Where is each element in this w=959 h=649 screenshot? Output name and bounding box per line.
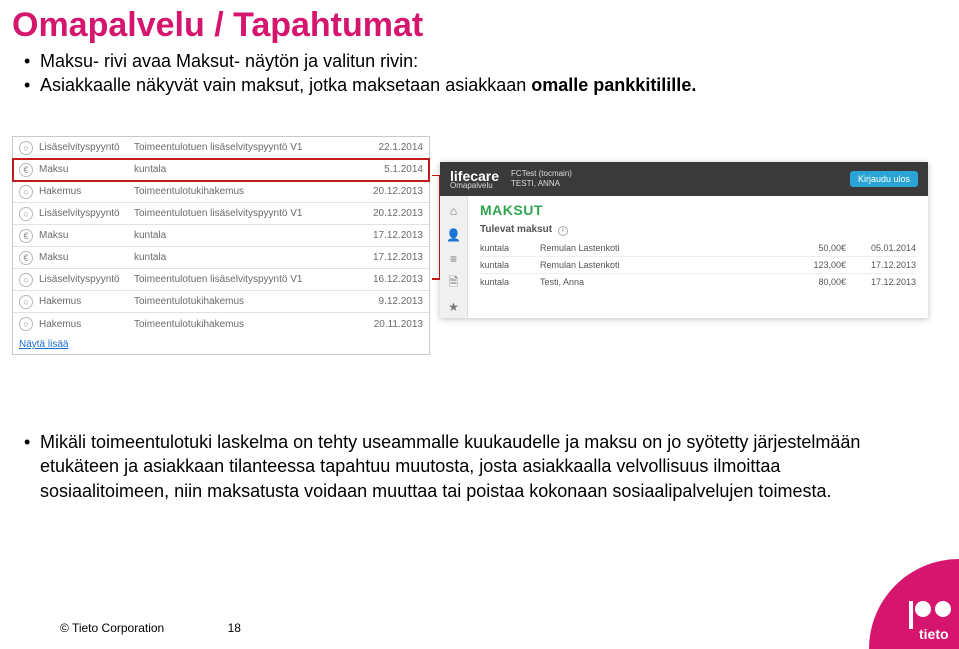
row-type: Lisäselvityspyyntö xyxy=(39,274,134,285)
pay-col-payer: kuntala xyxy=(480,243,540,253)
row-date: 20.12.2013 xyxy=(368,208,423,219)
panel-sidebar: ⌂ 👤 ≡ 🗎 ★ xyxy=(440,196,468,318)
event-row[interactable]: ○ HakemusToimeentulotukihakemus20.12.2013 xyxy=(13,181,429,203)
subtitle-text: Tulevat maksut xyxy=(480,224,552,235)
svg-text:tieto: tieto xyxy=(919,626,949,642)
row-date: 17.12.2013 xyxy=(368,230,423,241)
pay-col-amount: 50,00€ xyxy=(786,243,846,253)
event-row[interactable]: ○ LisäselvityspyyntöToimeentulotuen lisäs… xyxy=(13,137,429,159)
pay-col-recipient: Remulan Lastenkoti xyxy=(540,260,786,270)
row-desc: Toimeentulotuen lisäselvityspyyntö V1 xyxy=(134,274,368,285)
row-date: 16.12.2013 xyxy=(368,274,423,285)
meta-env: FCTest (tocmain) xyxy=(511,169,572,179)
row-date: 17.12.2013 xyxy=(368,252,423,263)
meta-user: TESTI, ANNA xyxy=(511,179,572,189)
pay-col-recipient: Testi, Anna xyxy=(540,277,786,287)
payment-row[interactable]: kuntalaRemulan Lastenkoti123,00€17.12.20… xyxy=(480,257,916,274)
user-icon[interactable]: 👤 xyxy=(443,224,465,246)
list-icon[interactable]: ≡ xyxy=(443,248,465,270)
row-desc: Toimeentulotuen lisäselvityspyyntö V1 xyxy=(134,142,368,153)
pay-col-date: 17.12.2013 xyxy=(846,260,916,270)
row-type: Maksu xyxy=(39,252,134,263)
top-bullet-list: Maksu- rivi avaa Maksut- näytön ja valit… xyxy=(0,45,959,98)
row-date: 20.12.2013 xyxy=(368,186,423,197)
pay-col-date: 05.01.2014 xyxy=(846,243,916,253)
slide-title: Omapalvelu / Tapahtumat xyxy=(0,0,959,45)
row-type-icon: € xyxy=(19,163,33,177)
event-row[interactable]: ○ HakemusToimeentulotukihakemus9.12.2013 xyxy=(13,291,429,313)
bullet-text: Asiakkaalle näkyvät vain maksut, jotka m… xyxy=(40,75,526,95)
panel-subtitle: Tulevat maksut i xyxy=(480,224,916,236)
pay-col-amount: 80,00€ xyxy=(786,277,846,287)
row-type: Hakemus xyxy=(39,319,134,330)
page-number: 18 xyxy=(228,621,241,635)
row-type: Hakemus xyxy=(39,296,134,307)
event-row[interactable]: ○ LisäselvityspyyntöToimeentulotuen lisäs… xyxy=(13,269,429,291)
event-row[interactable]: ○ LisäselvityspyyntöToimeentulotuen lisäs… xyxy=(13,203,429,225)
maksut-panel: lifecare Omapalvelu FCTest (tocmain) TES… xyxy=(440,162,928,318)
event-row[interactable]: € Maksukuntala5.1.2014 xyxy=(13,159,429,181)
row-type-icon: € xyxy=(19,229,33,243)
brand-subtitle: Omapalvelu xyxy=(450,181,499,190)
row-desc: Toimeentulotuen lisäselvityspyyntö V1 xyxy=(134,208,368,219)
pay-col-payer: kuntala xyxy=(480,277,540,287)
header-meta: FCTest (tocmain) TESTI, ANNA xyxy=(511,169,572,188)
payment-row[interactable]: kuntalaRemulan Lastenkoti50,00€05.01.201… xyxy=(480,240,916,257)
event-row[interactable]: € Maksukuntala17.12.2013 xyxy=(13,247,429,269)
bullet-item: Asiakkaalle näkyvät vain maksut, jotka m… xyxy=(24,73,959,97)
event-row[interactable]: ○ HakemusToimeentulotukihakemus20.11.2013 xyxy=(13,313,429,335)
slide-footer: © Tieto Corporation 18 xyxy=(60,621,241,635)
row-date: 22.1.2014 xyxy=(368,142,423,153)
tieto-logo: tieto xyxy=(849,559,959,649)
bullet-item: Mikäli toimeentulotuki laskelma on tehty… xyxy=(24,430,894,503)
pay-col-payer: kuntala xyxy=(480,260,540,270)
pay-col-recipient: Remulan Lastenkoti xyxy=(540,243,786,253)
row-desc: Toimeentulotukihakemus xyxy=(134,296,368,307)
row-date: 9.12.2013 xyxy=(368,296,423,307)
show-more-link[interactable]: Näytä lisää xyxy=(13,335,429,354)
row-desc: Toimeentulotukihakemus xyxy=(134,319,368,330)
bullet-bold-text: omalle pankkitilille. xyxy=(531,75,696,95)
payment-row[interactable]: kuntalaTesti, Anna80,00€17.12.2013 xyxy=(480,274,916,290)
row-desc: Toimeentulotukihakemus xyxy=(134,186,368,197)
logout-button[interactable]: Kirjaudu ulos xyxy=(850,171,918,187)
row-type-icon: ○ xyxy=(19,295,33,309)
pay-col-amount: 123,00€ xyxy=(786,260,846,270)
row-desc: kuntala xyxy=(134,252,368,263)
info-icon[interactable]: i xyxy=(558,226,568,236)
panel-header: lifecare Omapalvelu FCTest (tocmain) TES… xyxy=(440,162,928,196)
row-type: Hakemus xyxy=(39,186,134,197)
pay-col-date: 17.12.2013 xyxy=(846,277,916,287)
events-panel: ○LisäselvityspyyntöToimeentulotuen lisäs… xyxy=(12,136,430,355)
row-type-icon: ○ xyxy=(19,141,33,155)
row-date: 5.1.2014 xyxy=(368,164,423,175)
row-type-icon: ○ xyxy=(19,185,33,199)
panel-title: MAKSUT xyxy=(480,202,916,218)
lower-bullet-list: Mikäli toimeentulotuki laskelma on tehty… xyxy=(24,430,894,503)
row-type: Lisäselvityspyyntö xyxy=(39,142,134,153)
star-icon[interactable]: ★ xyxy=(443,296,465,318)
row-type: Maksu xyxy=(39,164,134,175)
row-type: Lisäselvityspyyntö xyxy=(39,208,134,219)
home-icon[interactable]: ⌂ xyxy=(443,200,465,222)
row-type-icon: ○ xyxy=(19,207,33,221)
row-date: 20.11.2013 xyxy=(368,319,423,330)
row-type-icon: ○ xyxy=(19,273,33,287)
row-type-icon: € xyxy=(19,251,33,265)
document-icon[interactable]: 🗎 xyxy=(443,272,465,294)
bullet-item: Maksu- rivi avaa Maksut- näytön ja valit… xyxy=(24,49,959,73)
row-desc: kuntala xyxy=(134,230,368,241)
copyright-text: © Tieto Corporation xyxy=(60,621,164,635)
event-row[interactable]: € Maksukuntala17.12.2013 xyxy=(13,225,429,247)
row-desc: kuntala xyxy=(134,164,368,175)
row-type: Maksu xyxy=(39,230,134,241)
row-type-icon: ○ xyxy=(19,317,33,331)
